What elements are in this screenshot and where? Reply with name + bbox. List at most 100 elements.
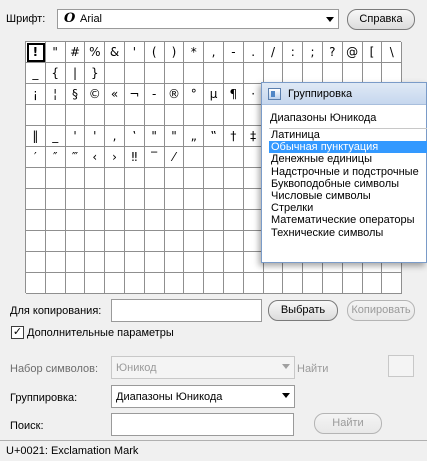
char-cell[interactable] (144, 105, 165, 126)
char-cell[interactable] (223, 105, 244, 126)
char-cell[interactable] (26, 273, 46, 294)
unicode-range-list[interactable]: Латиница Обычная пунктуация Денежные едини… (269, 128, 427, 259)
char-cell[interactable]: ‼ (124, 147, 145, 168)
char-cell[interactable]: † (223, 126, 244, 147)
char-cell[interactable]: : (283, 42, 304, 63)
char-cell[interactable]: ' (85, 126, 106, 147)
char-cell[interactable] (223, 210, 244, 231)
char-cell[interactable] (26, 105, 46, 126)
char-cell[interactable] (85, 189, 106, 210)
char-cell[interactable]: « (105, 84, 125, 105)
select-button[interactable]: Выбрать (268, 300, 338, 321)
char-cell[interactable] (362, 63, 383, 84)
goto-input[interactable] (388, 355, 414, 377)
char-cell[interactable] (144, 231, 165, 252)
char-cell[interactable] (243, 63, 264, 84)
char-cell[interactable]: # (65, 42, 86, 63)
char-cell[interactable] (144, 168, 165, 189)
char-cell[interactable] (65, 105, 86, 126)
char-cell[interactable]: } (85, 63, 106, 84)
char-cell[interactable] (322, 63, 343, 84)
char-cell[interactable]: ; (303, 42, 323, 63)
char-cell[interactable]: ' (124, 42, 145, 63)
char-cell[interactable] (164, 189, 185, 210)
char-cell[interactable] (263, 63, 284, 84)
font-combobox[interactable]: O Arial (57, 9, 339, 29)
char-cell[interactable] (26, 168, 46, 189)
char-cell[interactable]: ″ (45, 147, 66, 168)
char-cell[interactable] (45, 252, 66, 273)
chevron-down-icon[interactable] (326, 17, 334, 22)
char-cell[interactable] (223, 168, 244, 189)
char-cell[interactable]: ° (184, 84, 205, 105)
char-cell[interactable]: { (45, 63, 66, 84)
char-cell[interactable]: * (184, 42, 205, 63)
char-cell[interactable] (65, 231, 86, 252)
char-cell[interactable] (184, 147, 205, 168)
char-cell[interactable]: ' (65, 126, 86, 147)
list-item[interactable]: Обычная пунктуация (269, 141, 427, 154)
grouping-popup[interactable]: Группировка Диапазоны Юникода Латиница Об… (261, 82, 427, 263)
char-cell[interactable] (164, 210, 185, 231)
char-cell[interactable] (164, 168, 185, 189)
char-cell[interactable] (204, 63, 224, 84)
char-cell[interactable]: ¶ (223, 84, 244, 105)
char-cell[interactable] (382, 273, 403, 294)
char-cell[interactable]: \ (382, 42, 403, 63)
char-cell[interactable] (45, 210, 66, 231)
char-cell[interactable] (105, 210, 125, 231)
char-cell[interactable] (105, 252, 125, 273)
char-cell[interactable] (65, 210, 86, 231)
char-cell[interactable]: _ (26, 63, 46, 84)
char-cell[interactable] (204, 231, 224, 252)
char-cell[interactable] (283, 63, 304, 84)
char-cell[interactable] (164, 252, 185, 273)
char-cell[interactable] (65, 189, 86, 210)
char-cell[interactable] (382, 63, 403, 84)
chevron-down-icon[interactable] (282, 364, 290, 369)
char-cell[interactable] (144, 63, 165, 84)
char-cell[interactable]: „ (184, 126, 205, 147)
char-cell[interactable] (243, 273, 264, 294)
char-cell[interactable]: " (164, 126, 185, 147)
char-cell[interactable] (204, 189, 224, 210)
char-cell[interactable] (204, 147, 224, 168)
char-cell[interactable] (204, 252, 224, 273)
char-cell[interactable] (45, 105, 66, 126)
char-cell[interactable]: , (204, 42, 224, 63)
char-cell[interactable] (105, 63, 125, 84)
char-cell[interactable] (204, 273, 224, 294)
char-cell[interactable] (85, 210, 106, 231)
char-cell[interactable] (184, 252, 205, 273)
char-cell[interactable] (85, 105, 106, 126)
popup-titlebar[interactable]: Группировка (262, 83, 426, 105)
char-cell[interactable]: _ (45, 126, 66, 147)
char-cell[interactable] (105, 168, 125, 189)
char-cell[interactable] (124, 231, 145, 252)
char-cell[interactable] (303, 273, 323, 294)
char-cell[interactable] (45, 168, 66, 189)
char-cell[interactable]: › (105, 147, 125, 168)
char-cell[interactable]: - (223, 42, 244, 63)
char-cell[interactable] (45, 189, 66, 210)
advanced-checkbox[interactable]: ✓ (11, 326, 24, 339)
char-cell[interactable] (26, 231, 46, 252)
char-cell[interactable]: ‟ (204, 126, 224, 147)
char-cell[interactable] (105, 189, 125, 210)
char-cell[interactable] (184, 189, 205, 210)
char-cell[interactable] (283, 273, 304, 294)
char-cell[interactable] (204, 105, 224, 126)
char-cell[interactable] (204, 168, 224, 189)
char-cell[interactable] (144, 189, 165, 210)
char-cell[interactable]: § (65, 84, 86, 105)
char-cell[interactable] (223, 189, 244, 210)
char-cell[interactable] (124, 105, 145, 126)
char-cell[interactable] (362, 273, 383, 294)
char-cell[interactable] (204, 210, 224, 231)
char-cell[interactable]: ‛ (124, 126, 145, 147)
char-cell[interactable] (124, 252, 145, 273)
charset-combobox[interactable]: Юникод (111, 356, 295, 379)
char-cell[interactable]: ? (322, 42, 343, 63)
char-cell[interactable]: ‖ (26, 126, 46, 147)
char-cell[interactable]: - (144, 84, 165, 105)
